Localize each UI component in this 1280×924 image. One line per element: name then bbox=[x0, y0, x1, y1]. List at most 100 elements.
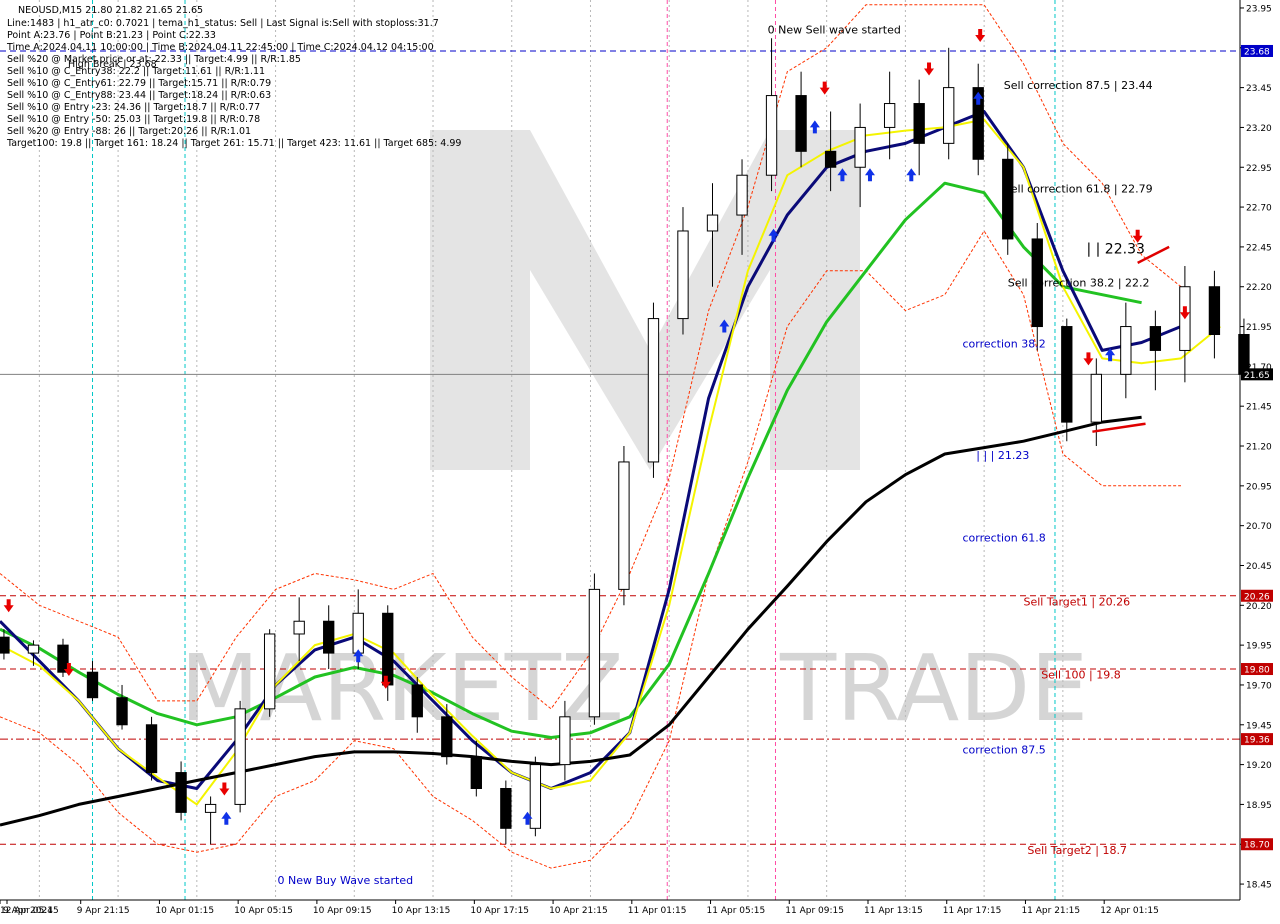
info-line: Sell %10 @ C_Entry88: 23.44 || Target:18… bbox=[7, 90, 271, 101]
candle-body bbox=[411, 684, 423, 718]
candle-body bbox=[765, 95, 778, 176]
y-tick-label: 19.70 bbox=[1246, 681, 1272, 691]
candle-body bbox=[677, 230, 689, 320]
candle-body bbox=[470, 756, 482, 789]
candle-body bbox=[736, 174, 748, 216]
x-tick-label: 11 Apr 01:15 bbox=[628, 906, 687, 916]
chart-annotation: Sell correction 87.5 | 23.44 bbox=[1004, 79, 1153, 92]
candle-body bbox=[1061, 326, 1073, 423]
candle-body bbox=[1002, 158, 1014, 240]
symbol-line: NEOUSD,M15 21.80 21.82 21.65 21.65 bbox=[18, 5, 203, 16]
chart-annotation: Sell correction 61.8 | 22.79 bbox=[1004, 183, 1153, 196]
y-tick-label: 19.95 bbox=[1246, 642, 1272, 652]
info-line: Sell %10 @ C_Entry61: 22.79 || Target:15… bbox=[7, 78, 271, 89]
candle-body bbox=[943, 87, 955, 144]
candle-body bbox=[500, 787, 512, 829]
candle-body bbox=[323, 620, 335, 654]
info-line: Sell %10 @ Entry -50: 25.03 || Target:19… bbox=[7, 114, 260, 125]
candle-body bbox=[204, 803, 217, 813]
candle-body bbox=[618, 461, 630, 590]
candle-body bbox=[795, 95, 807, 152]
y-tick-label: 20.20 bbox=[1246, 602, 1272, 612]
y-tick-label: 20.95 bbox=[1246, 482, 1272, 492]
info-line: Point A:23.76 | Point B:21.23 | Point C:… bbox=[7, 30, 216, 41]
price-tag-label: 23.68 bbox=[1244, 47, 1270, 57]
candle-body bbox=[263, 633, 276, 710]
info-line: Target100: 19.8 || Target 161: 18.24 || … bbox=[6, 138, 461, 149]
chart: MARKETZ TRADE 0 New Sell wave started 0 N… bbox=[0, 0, 1280, 920]
y-tick-label: 22.45 bbox=[1246, 243, 1272, 253]
x-tick-label: 11 Apr 05:15 bbox=[707, 906, 766, 916]
chart-annotation: Sell Target1 | 20.26 bbox=[1023, 595, 1130, 608]
candle-body bbox=[647, 318, 660, 463]
y-tick-label: 22.20 bbox=[1246, 283, 1272, 293]
x-tick-label: 10 Apr 01:15 bbox=[155, 906, 214, 916]
price-tag-label: 18.70 bbox=[1244, 841, 1270, 851]
x-tick-label: 10 Apr 05:15 bbox=[234, 906, 293, 916]
y-tick-label: 22.70 bbox=[1246, 204, 1272, 214]
price-tag-label: 20.26 bbox=[1244, 592, 1270, 602]
candle-body bbox=[588, 588, 601, 718]
candle-body bbox=[854, 126, 866, 168]
x-tick-label: 11 Apr 21:15 bbox=[1021, 906, 1080, 916]
candle-body bbox=[441, 716, 453, 758]
x-tick-label: 11 Apr 17:15 bbox=[943, 906, 1002, 916]
chart-annotation: 0 New Buy Wave started bbox=[278, 874, 414, 887]
chart-annotation: 0 New Sell wave started bbox=[768, 23, 901, 36]
y-tick-label: 21.20 bbox=[1246, 443, 1272, 453]
x-tick-label: 11 Apr 13:15 bbox=[864, 906, 923, 916]
chart-annotation: Sell 100 | 19.8 bbox=[1041, 669, 1121, 682]
candle-body bbox=[1149, 326, 1162, 351]
candle-body bbox=[883, 103, 896, 128]
candle-body bbox=[1090, 373, 1102, 423]
x-tick-label: 10 Apr 17:15 bbox=[470, 906, 529, 916]
y-tick-label: 18.95 bbox=[1246, 801, 1272, 811]
chart-annotation: correction 38.2 bbox=[962, 337, 1045, 350]
candle-body bbox=[27, 644, 40, 654]
x-tick-label: 10 Apr 09:15 bbox=[313, 906, 372, 916]
candle-body bbox=[1208, 286, 1221, 336]
chart-annotation: Sell Target2 | 18.7 bbox=[1027, 844, 1127, 857]
candle-body bbox=[1120, 326, 1132, 375]
x-tick-label: 9 Apr 21:15 bbox=[77, 906, 130, 916]
y-tick-label: 21.45 bbox=[1246, 403, 1272, 413]
chart-annotation: | | 22.33 bbox=[1086, 241, 1144, 257]
candle-body bbox=[706, 214, 719, 232]
info-line: Time A:2024.04.11 10:00:00 | Time B:2024… bbox=[6, 42, 434, 53]
y-tick-label: 18.45 bbox=[1246, 881, 1272, 891]
candle-body bbox=[57, 644, 69, 673]
y-tick-label: 19.20 bbox=[1246, 761, 1272, 771]
chart-svg: MARKETZ TRADE 0 New Sell wave started0 N… bbox=[0, 0, 1280, 920]
chart-annotation: correction 61.8 bbox=[962, 532, 1045, 545]
x-tick-label: 11 Apr 09:15 bbox=[785, 906, 844, 916]
y-tick-label: 20.70 bbox=[1246, 522, 1272, 532]
y-tick-label: 23.20 bbox=[1246, 124, 1272, 134]
candle-body bbox=[234, 708, 246, 805]
y-tick-label: 23.45 bbox=[1246, 84, 1272, 94]
candle-body bbox=[382, 612, 394, 686]
candle-body bbox=[559, 716, 571, 766]
y-tick-label: 22.95 bbox=[1246, 164, 1272, 174]
x-tick-label: 12 Apr 05:15 bbox=[0, 906, 59, 916]
candle-body bbox=[175, 772, 187, 813]
candle-body bbox=[293, 620, 305, 635]
x-tick-label: 10 Apr 13:15 bbox=[392, 906, 451, 916]
y-tick-label: 21.95 bbox=[1246, 323, 1272, 333]
watermark-word2: TRADE bbox=[779, 635, 1088, 742]
chart-annotation: Sell correction 38.2 | 22.2 bbox=[1008, 277, 1150, 290]
price-tag-label: 19.80 bbox=[1244, 666, 1270, 676]
chart-annotation: | | | 21.23 bbox=[976, 449, 1029, 462]
chart-annotation: correction 87.5 bbox=[962, 743, 1045, 756]
x-tick-label: 12 Apr 01:15 bbox=[1100, 906, 1159, 916]
info-line: Sell %10 @ C_Entry38: 22.2 || Target:11.… bbox=[7, 66, 265, 77]
candle-body bbox=[352, 612, 364, 654]
candle-body bbox=[0, 636, 10, 654]
info-line: Sell %20 @ Market price or at: 22.33 || … bbox=[7, 54, 301, 65]
x-tick-label: 10 Apr 21:15 bbox=[549, 906, 608, 916]
candle-body bbox=[116, 697, 128, 726]
price-tag-label: 19.36 bbox=[1244, 736, 1270, 746]
candle-body bbox=[913, 103, 925, 144]
candle-body bbox=[824, 150, 837, 168]
candle-body bbox=[86, 671, 99, 699]
info-line: Sell %20 @ Entry -88: 26 || Target:20.26… bbox=[7, 126, 251, 137]
